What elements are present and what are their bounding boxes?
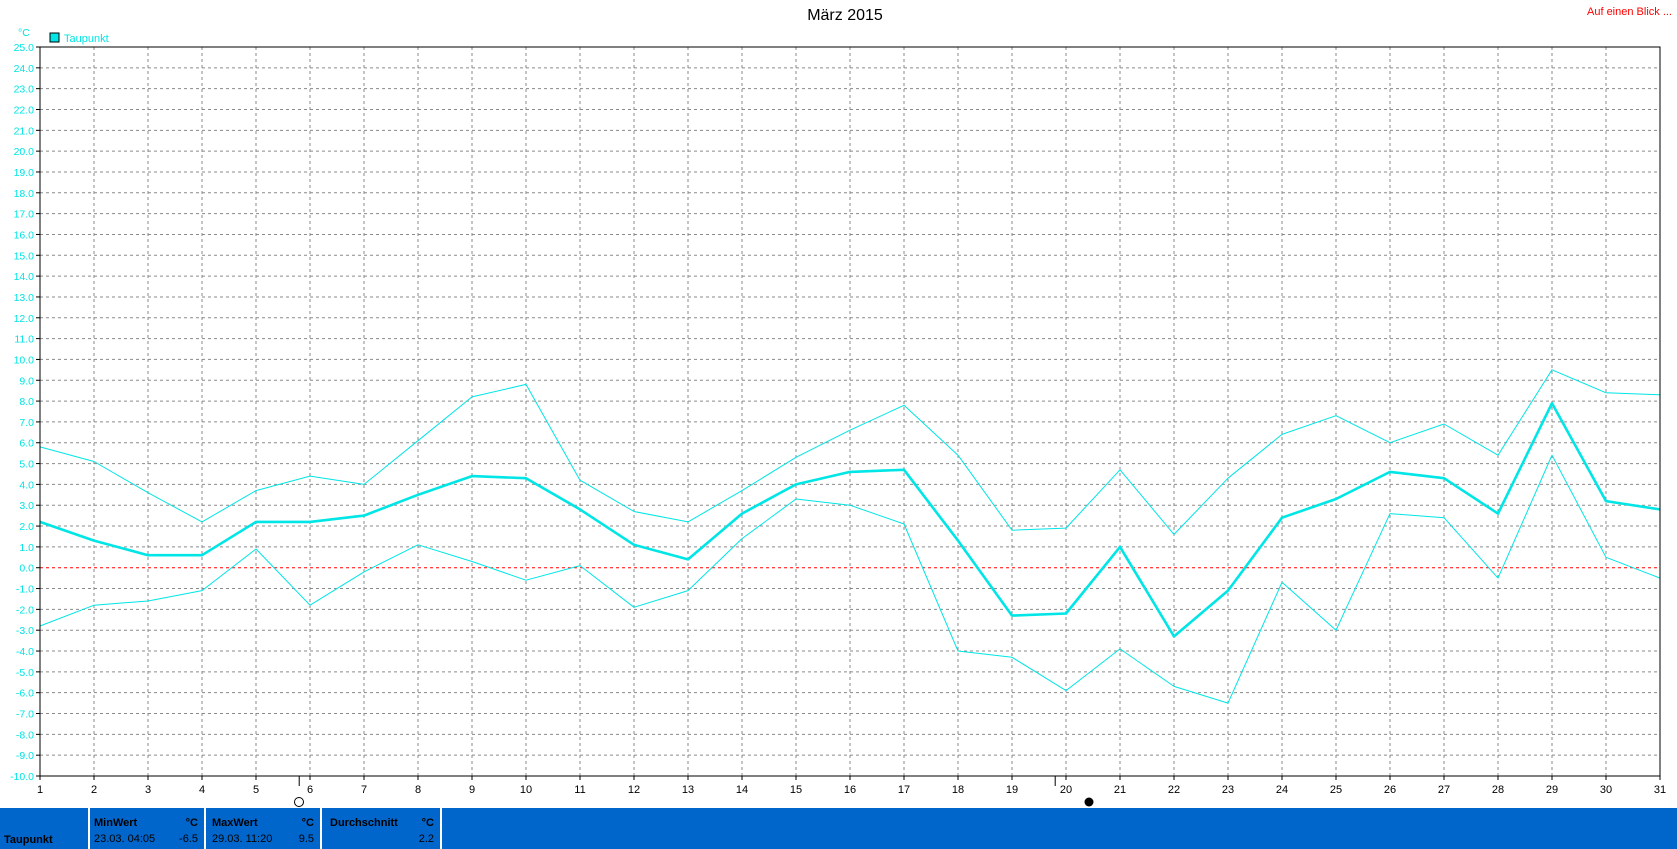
x-tick-label: 24 bbox=[1276, 784, 1288, 796]
y-tick-label: 17.0 bbox=[14, 209, 35, 221]
x-tick-label: 9 bbox=[469, 784, 475, 796]
y-tick-label: 14.0 bbox=[14, 271, 35, 283]
y-tick-label: -9.0 bbox=[16, 750, 34, 762]
grid bbox=[40, 47, 1660, 776]
x-tick-label: 26 bbox=[1384, 784, 1396, 796]
x-tick-label: 8 bbox=[415, 784, 421, 796]
x-tick-label: 29 bbox=[1546, 784, 1558, 796]
y-tick-label: -5.0 bbox=[16, 667, 34, 679]
y-tick-label: -8.0 bbox=[16, 729, 34, 741]
x-tick-label: 30 bbox=[1600, 784, 1612, 796]
x-tick-label: 16 bbox=[844, 784, 856, 796]
stats-min-when: 23.03. 04:05 bbox=[94, 833, 156, 845]
dewpoint-chart: März 2015 Auf einen Blick ... °C Taupunk… bbox=[10, 6, 1672, 807]
overview-link[interactable]: Auf einen Blick ... bbox=[1587, 6, 1672, 18]
y-tick-label: 6.0 bbox=[19, 438, 34, 450]
stats-avg-cell: Durchschnitt °C 2.2 bbox=[322, 808, 442, 849]
y-tick-label: 5.0 bbox=[19, 459, 34, 471]
x-tick-label: 15 bbox=[790, 784, 802, 796]
stats-bar: Taupunkt MinWert °C 23.03. 04:05 -6.5 Ma… bbox=[0, 808, 1677, 849]
x-tick-label: 22 bbox=[1168, 784, 1180, 796]
y-tick-label: 21.0 bbox=[14, 125, 35, 137]
x-tick-label: 11 bbox=[574, 784, 585, 796]
x-tick-label: 27 bbox=[1438, 784, 1450, 796]
stats-row-label: Taupunkt bbox=[4, 834, 53, 846]
y-tick-label: 12.0 bbox=[14, 313, 35, 325]
x-tick-label: 19 bbox=[1006, 784, 1018, 796]
x-tick-label: 17 bbox=[898, 784, 910, 796]
y-tick-label: -4.0 bbox=[16, 646, 34, 658]
legend: Taupunkt bbox=[49, 32, 109, 45]
y-tick-label: -1.0 bbox=[16, 584, 34, 596]
y-tick-label: 4.0 bbox=[19, 479, 34, 491]
stats-min-cell: MinWert °C 23.03. 04:05 -6.5 bbox=[90, 808, 206, 849]
moon-icon bbox=[1084, 797, 1094, 807]
y-tick-label: 18.0 bbox=[14, 188, 35, 200]
x-tick-label: 25 bbox=[1330, 784, 1342, 796]
x-tick-label: 7 bbox=[361, 784, 367, 796]
y-tick-label: 9.0 bbox=[19, 375, 34, 387]
y-tick-label: 19.0 bbox=[14, 167, 35, 179]
y-tick-label: -3.0 bbox=[16, 625, 34, 637]
legend-label: Taupunkt bbox=[64, 33, 109, 45]
x-tick-label: 6 bbox=[307, 784, 313, 796]
stats-min-value: -6.5 bbox=[179, 833, 198, 845]
y-tick-label: -10.0 bbox=[10, 771, 34, 783]
stats-max-when: 29.03. 11:20 bbox=[212, 833, 273, 845]
x-tick-label: 13 bbox=[682, 784, 694, 796]
y-tick-label: 13.0 bbox=[14, 292, 35, 304]
y-tick-label: 25.0 bbox=[14, 42, 35, 54]
x-axis-ticks: 1 2 3 4 5 6 7 8 9 10 11 12 13 14 15 16 17 18 19 20 21 22 23 24 2… bbox=[37, 776, 1666, 796]
y-tick-label: 20.0 bbox=[14, 146, 35, 158]
y-tick-label: 2.0 bbox=[19, 521, 34, 533]
stats-min-unit: °C bbox=[185, 817, 198, 829]
stats-avg-unit: °C bbox=[421, 817, 434, 829]
y-tick-label: 10.0 bbox=[14, 354, 35, 366]
x-tick-label: 20 bbox=[1060, 784, 1072, 796]
stats-max-header: MaxWert bbox=[212, 817, 258, 829]
y-tick-label: 24.0 bbox=[14, 63, 35, 75]
x-tick-label: 5 bbox=[253, 784, 259, 796]
x-tick-label: 2 bbox=[91, 784, 97, 796]
x-tick-label: 21 bbox=[1114, 784, 1126, 796]
x-tick-label: 4 bbox=[199, 784, 205, 796]
x-tick-label: 23 bbox=[1222, 784, 1234, 796]
y-tick-label: 8.0 bbox=[19, 396, 34, 408]
y-axis-unit: °C bbox=[18, 27, 30, 39]
stats-min-header: MinWert bbox=[94, 817, 138, 829]
x-tick-label: 3 bbox=[145, 784, 151, 796]
y-tick-label: 23.0 bbox=[14, 84, 35, 96]
y-tick-label: 3.0 bbox=[19, 500, 34, 512]
stats-row-label-cell: Taupunkt bbox=[0, 808, 90, 849]
x-tick-label: 31 bbox=[1654, 784, 1666, 796]
y-tick-label: 16.0 bbox=[14, 229, 35, 241]
y-tick-label: -6.0 bbox=[16, 688, 34, 700]
stats-avg-header: Durchschnitt bbox=[330, 817, 398, 829]
y-tick-label: 11.0 bbox=[14, 334, 34, 346]
chart-title: März 2015 bbox=[807, 7, 883, 24]
y-tick-label: -7.0 bbox=[16, 709, 34, 721]
x-tick-label: 1 bbox=[37, 784, 43, 796]
x-tick-label: 10 bbox=[520, 784, 532, 796]
y-tick-label: 22.0 bbox=[14, 104, 35, 116]
x-tick-label: 14 bbox=[736, 784, 748, 796]
x-tick-label: 28 bbox=[1492, 784, 1504, 796]
y-tick-label: 7.0 bbox=[19, 417, 34, 429]
x-tick-label: 12 bbox=[628, 784, 640, 796]
legend-swatch bbox=[49, 32, 60, 43]
x-tick-label: 18 bbox=[952, 784, 964, 796]
y-axis-ticks: -10.0 -9.0 -8.0 -7.0 -6.0 -5.0 -4.0 -3.0 -2.0 -1.… bbox=[10, 42, 40, 783]
y-tick-label: 1.0 bbox=[19, 542, 34, 554]
y-tick-label: 0.0 bbox=[19, 563, 34, 575]
stats-avg-value: 2.2 bbox=[418, 833, 434, 845]
stats-max-unit: °C bbox=[301, 817, 314, 829]
sun-icon bbox=[294, 797, 304, 807]
stats-max-cell: MaxWert °C 29.03. 11:20 9.5 bbox=[206, 808, 322, 849]
y-tick-label: 15.0 bbox=[14, 250, 35, 262]
stats-max-value: 9.5 bbox=[298, 833, 314, 845]
y-tick-label: -2.0 bbox=[16, 604, 34, 616]
